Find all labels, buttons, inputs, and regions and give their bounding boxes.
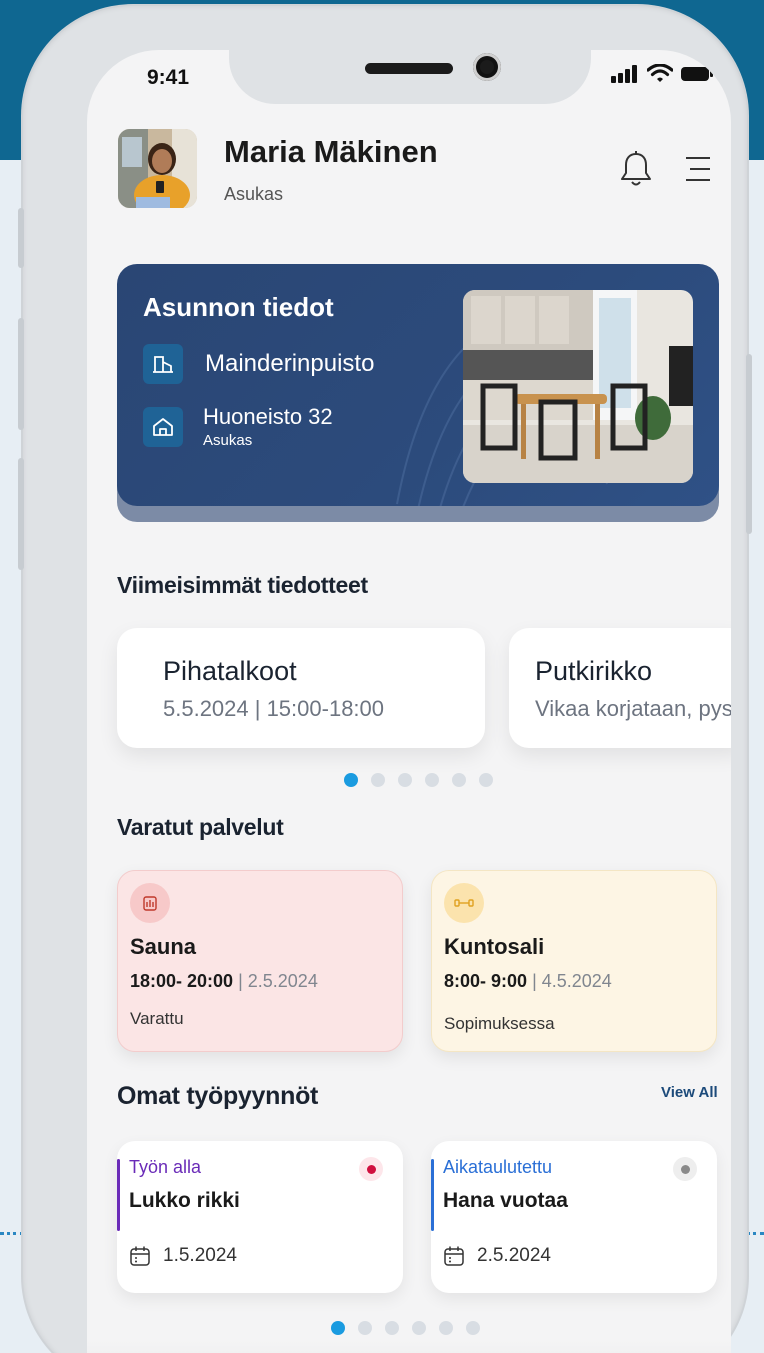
apartment-unit: Huoneisto 32 — [203, 404, 333, 429]
sauna-icon — [130, 883, 170, 923]
work-request-status: Aikataulutettu — [443, 1157, 553, 1177]
announcement-subtitle: 5.5.2024 | 15:00-18:00 — [163, 696, 385, 721]
work-request-card-2[interactable]: Aikataulutettu Hana vuotaa 2.5.2024 — [431, 1141, 717, 1293]
announcements-title: Viimeisimmät tiedotteet — [117, 572, 368, 598]
dumbbell-icon — [444, 883, 484, 923]
notch — [229, 50, 591, 104]
view-all-link[interactable]: View All — [661, 1084, 718, 1101]
signal-icon — [611, 64, 637, 83]
apartment-card[interactable]: Asunnon tiedot Mainderinpuisto Huoneisto… — [117, 264, 719, 506]
apartment-building-row: Mainderinpuisto — [143, 344, 374, 384]
work-request-date-row: 2.5.2024 — [443, 1245, 551, 1267]
phone-power-button — [746, 354, 752, 534]
pager-dot[interactable] — [344, 773, 358, 787]
apartment-photo — [463, 290, 693, 483]
work-request-status: Työn alla — [129, 1157, 202, 1177]
pager-dot[interactable] — [331, 1321, 345, 1335]
pager-dot[interactable] — [358, 1321, 372, 1335]
service-card-sauna[interactable]: Sauna 18:00- 20:00 | 2.5.2024 Varattu — [117, 870, 403, 1052]
work-request-title: Lukko rikki — [129, 1189, 240, 1212]
service-name: Kuntosali — [444, 934, 545, 959]
menu-icon[interactable] — [683, 154, 713, 184]
service-time-range: 8:00- 9:00 — [444, 971, 528, 991]
pager-dot[interactable] — [425, 773, 439, 787]
pager-dot[interactable] — [398, 773, 412, 787]
phone-side-button — [18, 208, 24, 268]
service-date: 4.5.2024 — [541, 971, 612, 991]
service-time: 18:00- 20:00 | 2.5.2024 — [130, 971, 318, 992]
service-card-gym[interactable]: Kuntosali 8:00- 9:00 | 4.5.2024 Sopimuks… — [431, 870, 717, 1052]
work-request-card-1[interactable]: Työn alla Lukko rikki 1.5.2024 — [117, 1141, 403, 1293]
service-status: Varattu — [130, 1009, 184, 1028]
status-bar — [431, 1159, 434, 1231]
bell-icon[interactable] — [619, 150, 653, 188]
service-time: 8:00- 9:00 | 4.5.2024 — [444, 971, 612, 992]
calendar-icon — [130, 1246, 150, 1266]
announcement-title: Putkirikko — [535, 656, 653, 686]
work-requests-title: Omat työpyynnöt — [117, 1082, 319, 1110]
announcement-card-2[interactable]: Putkirikko Vikaa korjataan, pysy — [509, 628, 731, 748]
app-screen: 9:41 Maria Mäkinen Asukas Asunnon tiedot… — [87, 50, 731, 1353]
status-time: 9:41 — [147, 66, 190, 89]
pager-dot[interactable] — [412, 1321, 426, 1335]
status-icons — [611, 64, 713, 83]
announcement-card-1[interactable]: Pihatalkoot 5.5.2024 | 15:00-18:00 — [117, 628, 485, 748]
apartment-unit-row: Huoneisto 32 Asukas — [143, 404, 333, 449]
front-camera — [473, 53, 501, 81]
avatar[interactable] — [118, 129, 197, 208]
home-icon — [143, 406, 183, 447]
phone-frame: 9:41 Maria Mäkinen Asukas Asunnon tiedot… — [18, 6, 752, 1353]
pager-dot[interactable] — [385, 1321, 399, 1335]
work-request-date: 2.5.2024 — [477, 1245, 551, 1266]
apartment-unit-role: Asukas — [203, 432, 253, 449]
announcement-subtitle: Vikaa korjataan, pysy — [535, 696, 731, 721]
apartment-title: Asunnon tiedot — [143, 292, 334, 322]
calendar-icon — [444, 1246, 464, 1266]
work-request-date: 1.5.2024 — [163, 1245, 237, 1266]
service-status: Sopimuksessa — [444, 1014, 555, 1033]
status-dot — [359, 1157, 383, 1181]
pager-dot[interactable] — [466, 1321, 480, 1335]
announcement-title: Pihatalkoot — [163, 656, 297, 686]
phone-volume-up-button — [18, 318, 24, 430]
battery-icon — [681, 66, 713, 81]
service-time-range: 18:00- 20:00 — [130, 971, 234, 991]
service-name: Sauna — [130, 934, 197, 959]
service-separator: | — [233, 971, 248, 991]
speaker — [365, 63, 453, 74]
phone-volume-down-button — [18, 458, 24, 570]
service-separator: | — [527, 971, 542, 991]
bottom-fade — [87, 1340, 731, 1353]
building-icon — [143, 344, 183, 384]
pager-dot[interactable] — [452, 773, 466, 787]
decorative-dotted-line-left — [0, 1232, 24, 1236]
services-title: Varatut palvelut — [117, 814, 284, 840]
apartment-building: Mainderinpuisto — [205, 350, 375, 377]
work-request-date-row: 1.5.2024 — [129, 1245, 237, 1267]
pager-dot[interactable] — [479, 773, 493, 787]
user-name: Maria Mäkinen — [224, 134, 438, 169]
status-dot — [673, 1157, 697, 1181]
pager-dot[interactable] — [371, 773, 385, 787]
announcements-pager[interactable] — [344, 773, 493, 787]
decorative-dotted-line-right — [746, 1232, 764, 1236]
work-request-title: Hana vuotaa — [443, 1189, 568, 1212]
wifi-icon — [647, 64, 673, 82]
work-requests-pager[interactable] — [331, 1321, 480, 1335]
status-bar — [117, 1159, 120, 1231]
user-role: Asukas — [224, 184, 284, 204]
service-date: 2.5.2024 — [247, 971, 318, 991]
pager-dot[interactable] — [439, 1321, 453, 1335]
